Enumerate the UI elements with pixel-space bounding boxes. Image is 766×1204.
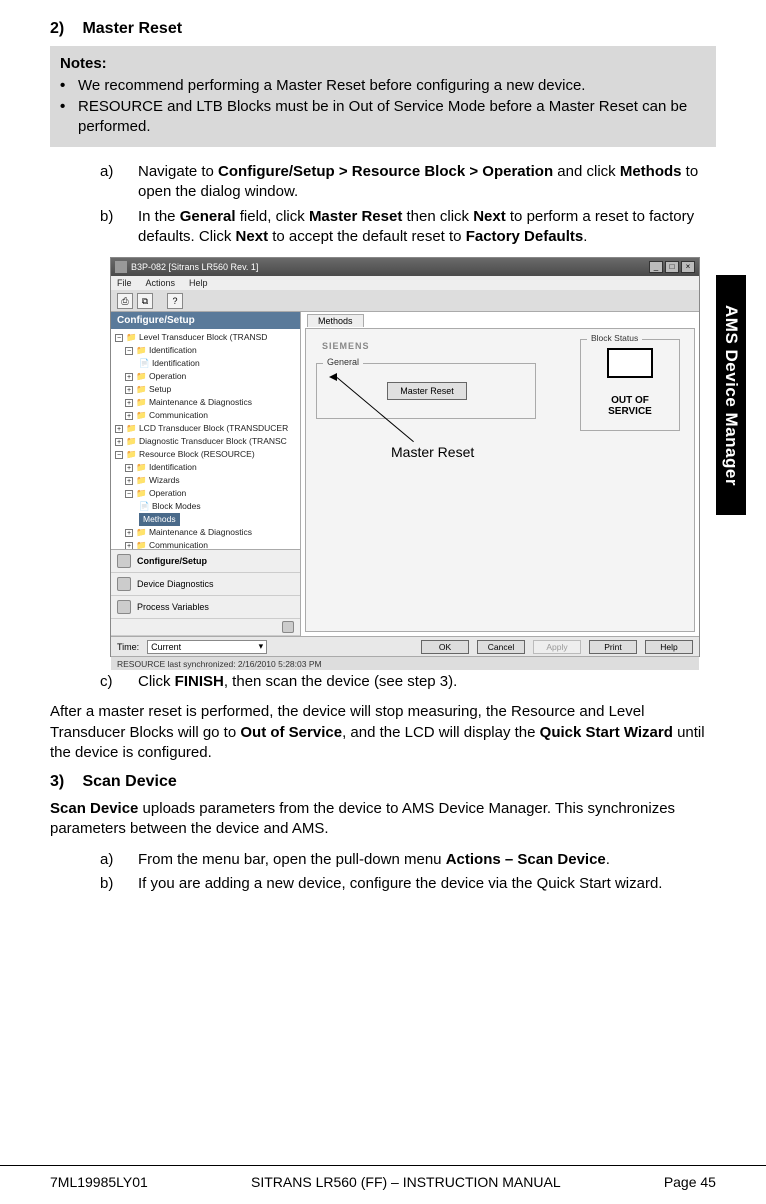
section-2-heading: 2) Master Reset xyxy=(50,20,716,38)
step-3b: b) If you are adding a new device, confi… xyxy=(100,874,716,894)
out-of-service-icon xyxy=(604,348,656,394)
help-icon[interactable]: ? xyxy=(167,293,183,309)
step-3a: a) From the menu bar, open the pull-down… xyxy=(100,850,716,870)
page-footer: 7ML19985LY01 SITRANS LR560 (FF) – INSTRU… xyxy=(0,1165,766,1204)
section-2-number: 2) xyxy=(50,20,78,38)
toolbar: ⎙ ⧉ ? xyxy=(111,290,699,312)
scan-device-intro: Scan Device uploads parameters from the … xyxy=(50,799,716,840)
nav-process-variables[interactable]: Process Variables xyxy=(111,596,300,619)
callout-label: Master Reset xyxy=(391,444,474,460)
menu-file[interactable]: File xyxy=(117,278,132,288)
print-button[interactable]: Print xyxy=(589,640,637,654)
footer-doc-number: 7ML19985LY01 xyxy=(50,1174,148,1190)
nav-configure-setup[interactable]: Configure/Setup xyxy=(111,550,300,573)
notes-box: Notes: •We recommend performing a Master… xyxy=(50,46,716,147)
after-reset-paragraph: After a master reset is performed, the d… xyxy=(50,702,716,763)
app-icon xyxy=(115,261,127,273)
print-icon[interactable]: ⎙ xyxy=(117,293,133,309)
section-2-steps: a) Navigate to Configure/Setup > Resourc… xyxy=(100,162,716,247)
nav-device-diagnostics[interactable]: Device Diagnostics xyxy=(111,573,300,596)
sidebar: Configure/Setup −📁 Level Transducer Bloc… xyxy=(111,312,301,636)
menu-actions[interactable]: Actions xyxy=(146,278,176,288)
sidebar-nav: Configure/Setup Device Diagnostics Proce… xyxy=(111,549,300,636)
menubar: File Actions Help xyxy=(111,276,699,290)
notes-item-1: •We recommend performing a Master Reset … xyxy=(60,76,706,96)
screenshot-window: B3P-082 [Sitrans LR560 Rev. 1] _ □ × Fil… xyxy=(110,257,700,657)
copy-icon[interactable]: ⧉ xyxy=(137,293,153,309)
notes-heading: Notes: xyxy=(60,54,706,74)
notes-item-2: •RESOURCE and LTB Blocks must be in Out … xyxy=(60,97,706,138)
main-panel: Methods SIEMENS General Master Reset Blo… xyxy=(301,312,699,636)
nav-tree[interactable]: −📁 Level Transducer Block (TRANSD −📁 Ide… xyxy=(111,329,300,549)
master-reset-button[interactable]: Master Reset xyxy=(387,382,467,400)
window-title: B3P-082 [Sitrans LR560 Rev. 1] xyxy=(131,262,258,272)
section-3-number: 3) xyxy=(50,773,78,791)
time-select[interactable]: Current ▾ xyxy=(147,640,267,654)
nav-small-icon[interactable] xyxy=(282,621,294,633)
cancel-button[interactable]: Cancel xyxy=(477,640,525,654)
step-2a: a) Navigate to Configure/Setup > Resourc… xyxy=(100,162,716,203)
diagnostics-icon xyxy=(117,577,131,591)
section-3-heading: 3) Scan Device xyxy=(50,773,716,791)
nav-collapsed-row xyxy=(111,619,300,636)
block-status-box: Block Status OUT OF SERVICE xyxy=(580,339,680,431)
general-groupbox: General Master Reset xyxy=(316,363,536,419)
tree-selected-methods[interactable]: Methods xyxy=(139,513,180,526)
tab-methods[interactable]: Methods xyxy=(307,314,364,327)
window-titlebar: B3P-082 [Sitrans LR560 Rev. 1] _ □ × xyxy=(111,258,699,276)
oos-text-1: OUT OF xyxy=(581,396,679,407)
section-3-steps: a) From the menu bar, open the pull-down… xyxy=(100,850,716,895)
page-content: 2) Master Reset Notes: •We recommend per… xyxy=(0,0,766,1130)
sidebar-header: Configure/Setup xyxy=(111,312,300,329)
variables-icon xyxy=(117,600,131,614)
siemens-logo: SIEMENS xyxy=(322,341,370,351)
block-status-label: Block Status xyxy=(587,333,642,343)
statusbar: RESOURCE last synchronized: 2/16/2010 5:… xyxy=(111,656,699,670)
minimize-button[interactable]: _ xyxy=(649,261,663,273)
wrench-icon xyxy=(117,554,131,568)
menu-help[interactable]: Help xyxy=(189,278,208,288)
bottom-toolbar: Time: Current ▾ OK Cancel Apply Print He… xyxy=(111,636,699,656)
apply-button: Apply xyxy=(533,640,581,654)
time-label: Time: xyxy=(117,642,139,652)
oos-text-2: SERVICE xyxy=(581,407,679,418)
step-2b: b) In the General field, click Master Re… xyxy=(100,207,716,248)
chevron-down-icon: ▾ xyxy=(259,641,264,652)
footer-manual-title: SITRANS LR560 (FF) – INSTRUCTION MANUAL xyxy=(251,1174,561,1190)
footer-page-number: Page 45 xyxy=(664,1174,716,1190)
section-3-title: Scan Device xyxy=(82,773,176,790)
step-2c: c) Click FINISH, then scan the device (s… xyxy=(100,672,716,692)
help-button[interactable]: Help xyxy=(645,640,693,654)
section-2-title: Master Reset xyxy=(82,20,182,37)
section-2-steps-cont: c) Click FINISH, then scan the device (s… xyxy=(100,672,716,692)
general-label: General xyxy=(323,357,363,367)
maximize-button[interactable]: □ xyxy=(665,261,679,273)
ok-button[interactable]: OK xyxy=(421,640,469,654)
close-button[interactable]: × xyxy=(681,261,695,273)
